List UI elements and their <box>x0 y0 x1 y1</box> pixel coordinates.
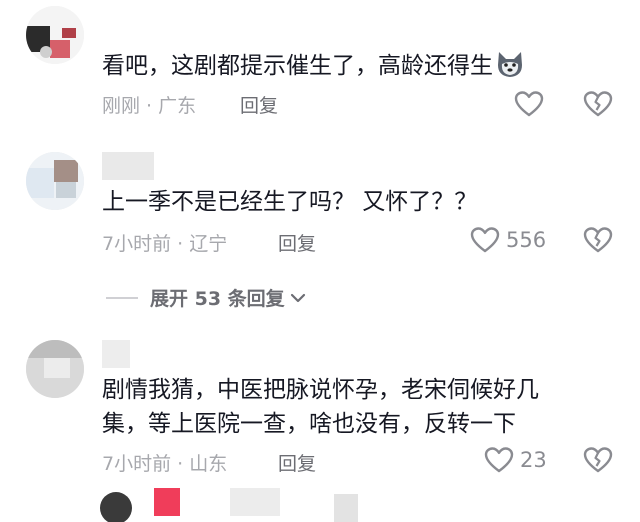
like-button[interactable] <box>514 90 544 118</box>
avatar[interactable] <box>26 152 84 210</box>
divider <box>106 296 138 299</box>
avatar[interactable] <box>26 6 84 64</box>
wolf-face-emoji-icon <box>498 52 522 77</box>
username-blurred[interactable] <box>102 152 154 180</box>
comment-text: 上一季不是已经生了吗？ 又怀了？？ <box>102 189 478 215</box>
username-blurred[interactable] <box>154 488 180 516</box>
like-count: 23 <box>520 448 547 472</box>
username-blurred[interactable] <box>230 488 280 516</box>
comment-text: 看吧，这剧都提示催生了，高龄还得生 <box>102 49 525 83</box>
comment-meta: 刚刚 · 广东 <box>102 95 197 117</box>
like-button[interactable]: 556 <box>470 226 546 254</box>
heart-icon <box>470 227 500 253</box>
avatar[interactable] <box>100 492 132 522</box>
username-blurred[interactable] <box>102 340 130 368</box>
dislike-button[interactable] <box>583 446 613 478</box>
comment-text-line1: 剧情我猜，中医把脉说怀孕，老宋伺候好几 <box>102 377 539 403</box>
username-blurred[interactable] <box>334 494 358 522</box>
reply-button[interactable]: 回复 <box>278 229 316 256</box>
chevron-down-icon <box>290 293 305 302</box>
comment-meta: 7小时前 · 辽宁 <box>102 233 228 255</box>
comment-text-line2: 集，等上医院一查，啥也没有，反转一下 <box>102 411 516 437</box>
avatar-image <box>26 340 84 398</box>
expand-replies-button[interactable]: 展开 53 条回复 <box>106 284 307 311</box>
reply-button[interactable]: 回复 <box>278 449 316 476</box>
expand-replies-label: 展开 53 条回复 <box>150 288 285 310</box>
avatar[interactable] <box>26 340 84 398</box>
broken-heart-icon <box>583 91 613 117</box>
reply-button[interactable]: 回复 <box>240 91 278 118</box>
dislike-button[interactable] <box>583 226 613 258</box>
avatar-image <box>26 6 84 64</box>
like-button[interactable]: 23 <box>484 446 547 474</box>
broken-heart-icon <box>583 447 613 473</box>
heart-icon <box>514 91 544 117</box>
avatar-image <box>26 152 84 210</box>
heart-icon <box>484 447 514 473</box>
broken-heart-icon <box>583 227 613 253</box>
dislike-button[interactable] <box>583 90 613 122</box>
like-count: 556 <box>506 228 547 252</box>
comment-meta: 7小时前 · 山东 <box>102 453 228 475</box>
